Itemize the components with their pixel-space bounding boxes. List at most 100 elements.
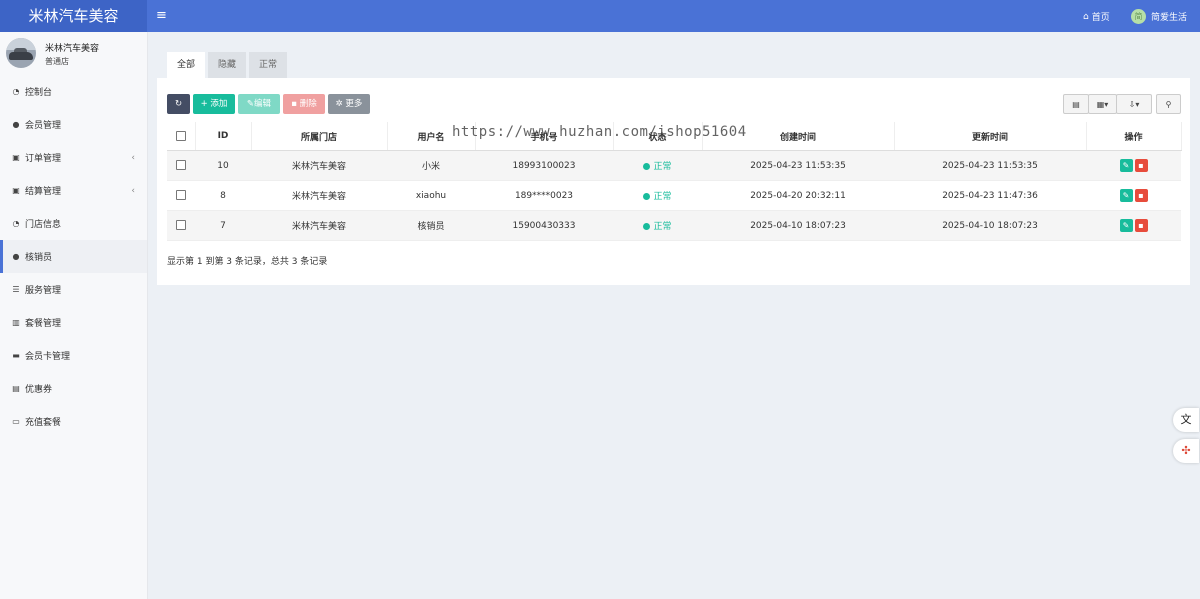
cell-id: 10: [195, 150, 251, 181]
menu-toggle-icon[interactable]: ≡: [156, 8, 167, 24]
tab-all[interactable]: 全部: [167, 52, 206, 78]
col-store[interactable]: 所属门店: [251, 122, 388, 151]
delete-button[interactable]: ▪ 删除: [283, 94, 325, 114]
sidebar-item-6[interactable]: ☰ 服务管理: [0, 273, 147, 306]
status-dot-icon: [643, 163, 651, 170]
tab-hidden[interactable]: 隐藏: [208, 52, 247, 78]
row-checkbox[interactable]: [167, 210, 195, 241]
money-icon: ▭: [12, 417, 20, 426]
sidebar-item-1[interactable]: ● 会员管理: [0, 108, 147, 141]
cell-actions: ✎ ▪: [1086, 150, 1181, 181]
cell-status: 正常: [613, 210, 702, 241]
filter-tabs: 全部 隐藏 正常: [167, 52, 288, 78]
sidebar-item-7[interactable]: ▥ 套餐管理: [0, 306, 147, 339]
coupon-icon: ▤: [12, 384, 20, 393]
sidebar-item-label: 结算管理: [25, 187, 62, 197]
more-button[interactable]: ✲ 更多: [328, 94, 370, 114]
add-label: 添加: [210, 99, 228, 109]
status-dot-icon: [643, 193, 651, 200]
grid-icon: ▦▾: [1096, 100, 1109, 109]
edit-button[interactable]: ✎编辑: [238, 94, 280, 114]
export-button[interactable]: ▤: [1063, 94, 1089, 114]
row-checkbox[interactable]: [167, 150, 195, 181]
sidebar-item-2[interactable]: ▣ 订单管理 ‹: [0, 141, 147, 174]
table-icon: ▤: [1072, 100, 1080, 109]
delete-row-button[interactable]: ▪: [1134, 159, 1148, 172]
sidebar-item-10[interactable]: ▭ 充值套餐: [0, 405, 147, 438]
cell-store: 米林汽车美容: [251, 180, 387, 211]
shopping-bag-icon: ▣: [12, 153, 20, 162]
edit-row-button[interactable]: ✎: [1119, 219, 1133, 232]
sidebar-item-0[interactable]: ◔ 控制台: [0, 75, 147, 108]
sidebar: 米林汽车美容 普通店 ◔ 控制台 ● 会员管理 ▣ 订单管理 ‹ ▣ 结算管理 ‹ ◔ 门店信息 ● 核销…: [0, 32, 148, 599]
table-row[interactable]: 7 米林汽车美容 核销员 15900430333 正常 2025-04-10 18:07:…: [167, 210, 1181, 241]
store-avatar: [6, 38, 36, 68]
tab-normal[interactable]: 正常: [249, 52, 288, 78]
columns-button[interactable]: ▦▾: [1088, 94, 1117, 114]
home-label: 首页: [1091, 13, 1110, 23]
user-name: 简爱生活: [1151, 13, 1188, 23]
sidebar-item-label: 会员卡管理: [25, 352, 71, 362]
cell-phone: 15900430333: [475, 210, 613, 241]
sidebar-item-4[interactable]: ◔ 门店信息: [0, 207, 147, 240]
brand-logo[interactable]: 米林汽车美容: [0, 0, 147, 32]
cell-phone: 18993100023: [475, 150, 613, 181]
edit-row-button[interactable]: ✎: [1119, 189, 1133, 202]
user-menu[interactable]: 简 简爱生活: [1131, 9, 1187, 24]
cell-created: 2025-04-10 18:07:23: [702, 210, 894, 241]
sidebar-item-8[interactable]: ▬ 会员卡管理: [0, 339, 147, 372]
cell-username: xiaohu: [387, 180, 475, 211]
sidebar-item-label: 服务管理: [25, 286, 62, 296]
delete-row-button[interactable]: ▪: [1134, 219, 1148, 232]
download-button[interactable]: ⇩▾: [1116, 94, 1152, 114]
home-link[interactable]: ⌂ 首页: [1083, 10, 1110, 24]
cell-username: 小米: [387, 150, 475, 181]
cell-status: 正常: [613, 180, 702, 211]
network-icon[interactable]: ✣: [1173, 439, 1199, 463]
sidebar-item-label: 充值套餐: [25, 418, 62, 428]
top-navbar: 米林汽车美容 ≡ ⌂ 首页 简 简爱生活: [0, 0, 1200, 32]
cell-phone: 189****0023: [475, 180, 613, 211]
sidebar-item-5[interactable]: ● 核销员: [0, 240, 147, 273]
gift-icon: ▥: [12, 318, 20, 327]
search-icon: ⚲: [1165, 100, 1172, 109]
select-all-checkbox[interactable]: [167, 122, 196, 151]
cell-updated: 2025-04-23 11:47:36: [894, 180, 1086, 211]
cell-id: 7: [195, 210, 251, 241]
add-button[interactable]: + 添加: [193, 94, 235, 114]
more-label: 更多: [345, 99, 363, 109]
sidebar-item-label: 门店信息: [25, 220, 62, 230]
table-row[interactable]: 8 米林汽车美容 xiaohu 189****0023 正常 2025-04-20 20:…: [167, 180, 1181, 211]
content-panel: ↻ + 添加 ✎编辑 ▪ 删除 ✲ 更多 ▤ ▦▾ ⇩▾ ⚲ ID 所属门店 用…: [157, 78, 1190, 285]
table-row[interactable]: 10 米林汽车美容 小米 18993100023 正常 2025-04-23 11:53:…: [167, 150, 1181, 181]
translate-icon[interactable]: 文: [1173, 408, 1199, 432]
gear-icon: ✲: [335, 99, 343, 109]
sidebar-item-9[interactable]: ▤ 优惠券: [0, 372, 147, 405]
edit-label: 编辑: [254, 99, 272, 109]
delete-row-button[interactable]: ▪: [1134, 189, 1148, 202]
sidebar-item-3[interactable]: ▣ 结算管理 ‹: [0, 174, 147, 207]
sidebar-item-label: 套餐管理: [25, 319, 62, 329]
store-name: 米林汽车美容: [45, 44, 100, 54]
pagination-summary: 显示第 1 到第 3 条记录，总共 3 条记录: [167, 257, 328, 267]
row-checkbox[interactable]: [167, 180, 195, 211]
store-icon: ◔: [12, 219, 20, 228]
search-button[interactable]: ⚲: [1156, 94, 1181, 114]
edit-row-button[interactable]: ✎: [1119, 159, 1133, 172]
download-icon: ⇩▾: [1128, 100, 1140, 109]
user-icon: ●: [12, 120, 20, 129]
cell-id: 8: [195, 180, 251, 211]
col-id[interactable]: ID: [195, 122, 252, 151]
sidebar-item-label: 优惠券: [25, 385, 53, 395]
col-updated[interactable]: 更新时间: [894, 122, 1087, 151]
list-icon: ☰: [12, 285, 20, 294]
cell-created: 2025-04-23 11:53:35: [702, 150, 894, 181]
sidebar-item-label: 订单管理: [25, 154, 62, 164]
cell-actions: ✎ ▪: [1086, 180, 1181, 211]
cell-store: 米林汽车美容: [251, 210, 387, 241]
refresh-button[interactable]: ↻: [167, 94, 190, 114]
users-icon: ●: [12, 252, 20, 261]
status-text: 正常: [653, 162, 672, 172]
plus-icon: +: [200, 99, 208, 109]
store-profile: 米林汽车美容 普通店: [6, 38, 146, 74]
